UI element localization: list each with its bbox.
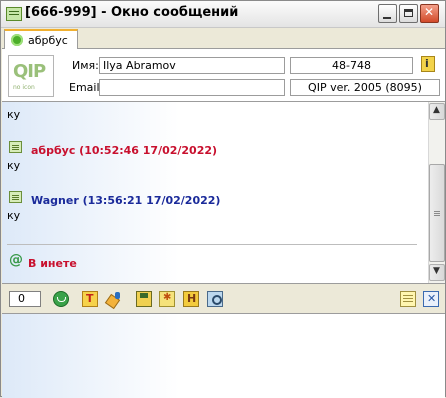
save-icon[interactable]	[136, 291, 152, 307]
contact-info-icon[interactable]	[421, 56, 435, 72]
message-icon	[9, 141, 22, 153]
tab-label: абрбус	[28, 34, 68, 47]
close-button[interactable]	[420, 4, 439, 23]
search-icon[interactable]	[207, 291, 223, 307]
message-icon	[9, 191, 22, 203]
history-icon[interactable]	[183, 291, 199, 307]
message-text: ку	[7, 159, 21, 172]
message-author: Wagner (13:56:21 17/02/2022)	[31, 194, 221, 207]
uin-field[interactable]: 48-748	[290, 57, 413, 74]
maximize-button[interactable]	[399, 4, 418, 23]
note-icon[interactable]	[400, 291, 416, 307]
message-window-icon	[6, 7, 22, 21]
message-window: [666-999] - Окно сообщений абрбус QIP no…	[0, 0, 446, 398]
name-label: Имя:	[72, 59, 99, 72]
contact-avatar: QIP no icon	[8, 55, 54, 97]
history-scrollbar[interactable]: ▲ ▼	[428, 102, 445, 283]
tab-strip: абрбус	[2, 28, 445, 49]
message-input[interactable]	[2, 313, 445, 398]
scroll-down-button[interactable]: ▼	[429, 264, 445, 281]
name-field[interactable]: Ilya Abramov	[99, 57, 285, 74]
tab-contact[interactable]: абрбус	[4, 29, 78, 49]
send-icon[interactable]	[53, 291, 69, 307]
title-bar[interactable]: [666-999] - Окно сообщений	[1, 1, 445, 28]
window-title: [666-999] - Окно сообщений	[25, 5, 239, 20]
scroll-up-button[interactable]: ▲	[429, 103, 445, 120]
arrow-up-icon: ▲	[433, 105, 440, 115]
char-counter: 0	[9, 291, 41, 307]
status-text: В инете	[28, 257, 77, 270]
arrow-down-icon: ▼	[433, 266, 440, 276]
minimize-button[interactable]	[378, 4, 397, 23]
message-text: ку	[7, 108, 21, 121]
font-icon[interactable]	[82, 291, 98, 307]
email-field[interactable]	[99, 79, 285, 96]
message-author: абрбус (10:52:46 17/02/2022)	[31, 144, 218, 157]
online-flower-icon	[11, 34, 23, 46]
message-history[interactable]: ку абрбус (10:52:46 17/02/2022) ку Wagne…	[2, 101, 445, 284]
logo-subtext: no icon	[13, 84, 35, 91]
separator-line	[7, 244, 417, 245]
message-text: ку	[7, 209, 21, 222]
input-toolbar: 0	[2, 286, 445, 312]
logo-text: QIP	[13, 61, 46, 82]
scroll-thumb[interactable]	[429, 164, 445, 262]
smiley-icon[interactable]	[159, 291, 175, 307]
color-icon[interactable]	[106, 291, 122, 307]
close-tab-icon[interactable]	[423, 291, 439, 307]
contact-info-panel: QIP no icon Имя: Ilya Abramov 48-748 Ema…	[2, 49, 445, 101]
client-version-field[interactable]: QIP ver. 2005 (8095)	[290, 79, 440, 96]
status-at-icon: @	[9, 252, 23, 268]
